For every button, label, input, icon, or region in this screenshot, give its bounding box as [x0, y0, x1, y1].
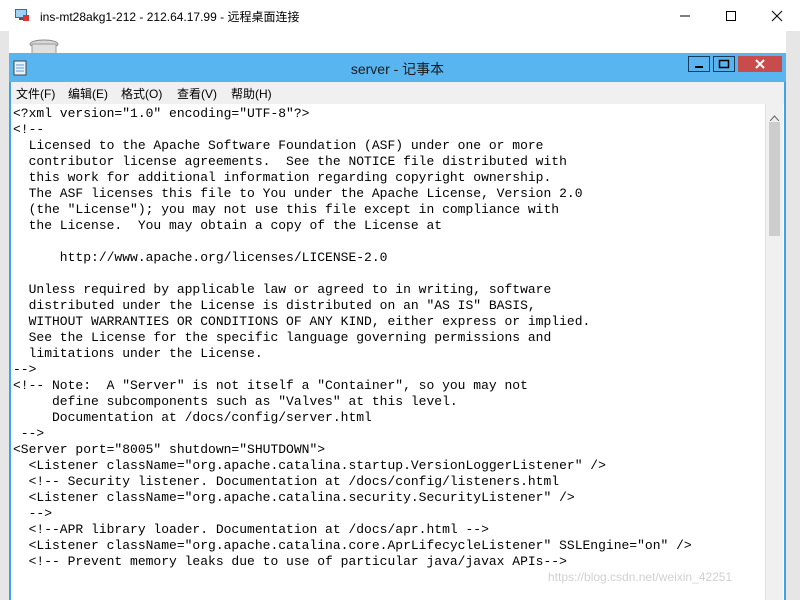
- text-line: Documentation at /docs/config/server.htm…: [13, 410, 372, 425]
- text-line: See the License for the specific languag…: [13, 330, 552, 345]
- text-line: [13, 234, 763, 250]
- menu-edit[interactable]: 编辑(E): [68, 85, 108, 102]
- text-line: (the "License"); you may not use this fi…: [13, 202, 560, 217]
- text-line: define subcomponents such as "Valves" at…: [13, 394, 458, 409]
- notepad-minimize-button[interactable]: [688, 56, 710, 72]
- notepad-window: server - 记事本 文件(F) 编辑(E) 格式(O) 查看(V) 帮助(…: [9, 53, 786, 600]
- text-line: The ASF licenses this file to You under …: [13, 186, 583, 201]
- watermark-text: https://blog.csdn.net/weixin_42251: [548, 570, 733, 584]
- close-button[interactable]: [754, 0, 800, 31]
- text-line: <Listener className="org.apache.catalina…: [13, 458, 606, 473]
- text-line: this work for additional information reg…: [13, 170, 552, 185]
- minimize-button[interactable]: [662, 0, 708, 31]
- menu-file[interactable]: 文件(F): [16, 85, 55, 102]
- text-line: http://www.apache.org/licenses/LICENSE-2…: [13, 250, 388, 265]
- notepad-editor[interactable]: <?xml version="1.0" encoding="UTF-8"?> <!…: [11, 104, 784, 600]
- text-line: <!--: [13, 122, 45, 137]
- text-content[interactable]: <?xml version="1.0" encoding="UTF-8"?> <!…: [13, 106, 763, 598]
- text-line: limitations under the License.: [13, 346, 263, 361]
- desktop-right-edge: [786, 31, 800, 600]
- vertical-scrollbar[interactable]: [765, 104, 783, 600]
- remote-desktop-icon: [14, 7, 30, 23]
- text-line: <!-- Security listener. Documentation at…: [13, 474, 560, 489]
- text-line: <Server port="8005" shutdown="SHUTDOWN">: [13, 442, 326, 457]
- scroll-thumb[interactable]: [769, 122, 780, 236]
- menu-help[interactable]: 帮助(H): [231, 85, 272, 102]
- menu-view[interactable]: 查看(V): [177, 85, 217, 102]
- text-line: [13, 266, 763, 282]
- maximize-button[interactable]: [708, 0, 754, 31]
- text-line: <!--APR library loader. Documentation at…: [13, 522, 489, 537]
- notepad-close-button[interactable]: [738, 56, 782, 72]
- notepad-title: server - 记事本: [350, 61, 445, 77]
- text-line: WITHOUT WARRANTIES OR CONDITIONS OF ANY …: [13, 314, 591, 329]
- remote-desktop-titlebar: ins-mt28akg1-212 - 212.64.17.99 - 远程桌面连接: [0, 0, 800, 32]
- remote-desktop-title: ins-mt28akg1-212 - 212.64.17.99 - 远程桌面连接: [40, 10, 300, 24]
- text-line: contributor license agreements. See the …: [13, 154, 567, 169]
- text-line: <!-- Note: A "Server" is not itself a "C…: [13, 378, 528, 393]
- menu-format[interactable]: 格式(O): [121, 85, 162, 102]
- text-line: Licensed to the Apache Software Foundati…: [13, 138, 544, 153]
- text-line: <Listener className="org.apache.catalina…: [13, 538, 692, 553]
- text-line: <Listener className="org.apache.catalina…: [13, 490, 575, 505]
- text-line: -->: [13, 362, 37, 377]
- text-line: Unless required by applicable law or agr…: [13, 282, 552, 297]
- desktop-left-edge: [0, 31, 9, 600]
- text-line: -->: [13, 506, 53, 521]
- notepad-maximize-button[interactable]: [713, 56, 735, 72]
- notepad-menubar: 文件(F) 编辑(E) 格式(O) 查看(V) 帮助(H): [11, 82, 784, 105]
- notepad-titlebar: server - 记事本: [9, 53, 786, 82]
- text-line: distributed under the License is distrib…: [13, 298, 536, 313]
- text-line: <?xml version="1.0" encoding="UTF-8"?>: [13, 106, 310, 121]
- text-line: the License. You may obtain a copy of th…: [13, 218, 443, 233]
- text-line: <!-- Prevent memory leaks due to use of …: [13, 554, 567, 569]
- text-line: -->: [13, 426, 45, 441]
